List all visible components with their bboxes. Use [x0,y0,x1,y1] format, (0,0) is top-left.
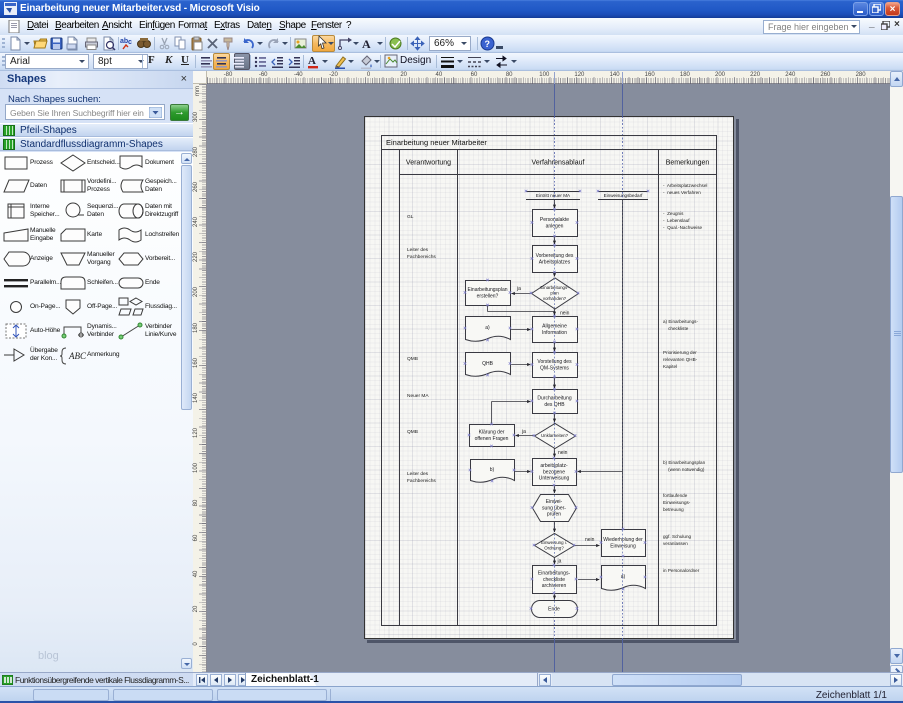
svg-text:checkliste: checkliste [663,326,689,331]
svg-text:Neuer MA: Neuer MA [407,393,429,399]
svg-text:b) Einarbeitungsplan: b) Einarbeitungsplan [663,460,706,465]
svg-text:Wiederholung der: Wiederholung der [603,537,643,543]
svg-text:b): b) [490,467,495,473]
svg-text:Priorisierung der: Priorisierung der [663,350,697,355]
svg-text:erstellen?: erstellen? [477,293,499,299]
svg-text:fortlaufende: fortlaufende [663,493,688,498]
svg-text:GL: GL [407,214,414,220]
svg-text:- Qual.-Nachweise: - Qual.-Nachweise [663,225,703,230]
svg-text:ja: ja [557,559,562,565]
svg-text:veranlassen: veranlassen [663,541,688,546]
svg-text:- Zeugnis: - Zeugnis [663,211,684,216]
svg-text:Verfahrensablauf: Verfahrensablauf [532,160,585,167]
svg-text:Einweisungsbedarf: Einweisungsbedarf [604,193,644,198]
svg-text:c: c [128,39,132,46]
svg-text:a): a) [621,574,626,580]
svg-text:QHB: QHB [482,361,494,367]
svg-text:betreuung: betreuung [663,507,684,512]
svg-text:QMB: QMB [407,429,418,435]
svg-text:Einarbeitung neuer Mitarbeiter: Einarbeitung neuer Mitarbeiter [386,138,487,147]
svg-text:relevanten QHB-: relevanten QHB- [663,357,698,362]
svg-text:nein: nein [585,537,595,543]
svg-text:Eintritt neuer MA: Eintritt neuer MA [536,193,571,198]
svg-text:Kapitel: Kapitel [663,364,677,369]
svg-text:ja: ja [516,286,521,292]
svg-text:- Lebenslauf: - Lebenslauf [663,218,690,223]
svg-text:QMB: QMB [407,356,418,362]
svg-text:Fachbereichs: Fachbereichs [407,478,436,484]
svg-text:Bemerkungen: Bemerkungen [666,160,710,167]
svg-text:?: ? [485,39,491,49]
svg-text:ja: ja [521,429,526,435]
svg-text:Leiter des: Leiter des [407,471,429,477]
svg-text:offenen Fragen: offenen Fragen [475,436,509,442]
svg-text:a) Einarbeitungs-: a) Einarbeitungs- [663,319,698,324]
svg-text:(wenn notwendig): (wenn notwendig) [663,467,705,472]
svg-text:Verantwortung: Verantwortung [406,160,451,167]
svg-text:- Arbeitsplatzwechsel: - Arbeitsplatzwechsel [663,183,707,188]
svg-text:ggf. Schulung: ggf. Schulung [663,534,692,539]
svg-text:Leiter des: Leiter des [407,247,429,253]
svg-text:Einweisung: Einweisung [610,543,636,549]
svg-text:ABC: ABC [68,351,87,361]
svg-text:Einweisungs-: Einweisungs- [663,500,691,505]
svg-text:A: A [362,37,371,51]
svg-text:in Personalordner: in Personalordner [663,568,700,573]
svg-text:ab: ab [120,38,128,45]
svg-text:Fachbereichs: Fachbereichs [407,254,436,260]
svg-text:Einarbeitungsplan: Einarbeitungsplan [467,287,507,293]
svg-text:a): a) [485,325,490,331]
svg-text:Klärung der: Klärung der [479,430,505,436]
svg-text:nein: nein [560,311,570,317]
svg-text:A: A [308,55,316,67]
svg-text:nein: nein [558,450,568,456]
svg-text:- neues Verfahren: - neues Verfahren [663,190,701,195]
